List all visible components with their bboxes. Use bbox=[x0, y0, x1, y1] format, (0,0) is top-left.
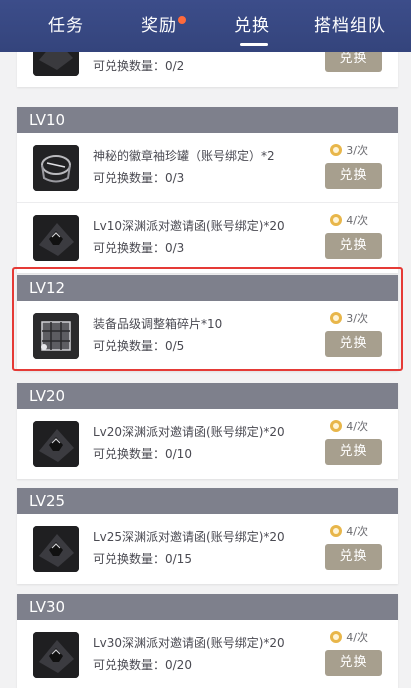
level-header: LV30 bbox=[17, 594, 398, 620]
exchange-limit-value: 4/次 bbox=[346, 214, 368, 227]
box-fragment-icon bbox=[33, 313, 79, 359]
exchange-button[interactable]: 兑换 bbox=[325, 650, 382, 676]
exchange-quantity: 可兑换数量：0/10 bbox=[93, 447, 192, 461]
exchange-limit-value: 3/次 bbox=[346, 144, 368, 157]
jar-icon bbox=[33, 145, 79, 191]
coin-icon bbox=[330, 631, 343, 643]
exchange-limit: 3/次 bbox=[330, 310, 368, 326]
level-card-lv30: LV30 Lv30深渊派对邀请函(账号绑定)*20 可兑换数量：0/20 4/次… bbox=[17, 594, 398, 688]
exchange-list[interactable]: 可兑换数量：0/2 兑换 LV10 神秘的徽章袖珍罐（账号绑定）*2 可兑换数量… bbox=[0, 52, 411, 688]
level-card-lv10: LV10 神秘的徽章袖珍罐（账号绑定）*2 可兑换数量：0/3 3/次 兑换 L… bbox=[17, 107, 398, 273]
exchange-limit: 3/次 bbox=[330, 142, 368, 158]
item-name: 神秘的徽章袖珍罐（账号绑定）*2 bbox=[93, 149, 275, 163]
exchange-item: Lv20深渊派对邀请函(账号绑定)*20 可兑换数量：0/10 4/次 兑换 bbox=[17, 409, 398, 479]
tab-partner-team[interactable]: 搭档组队 bbox=[314, 12, 386, 40]
level-card-lv20: LV20 Lv20深渊派对邀请函(账号绑定)*20 可兑换数量：0/10 4/次… bbox=[17, 383, 398, 479]
tab-rewards[interactable]: 奖励 bbox=[141, 12, 177, 40]
active-tab-indicator bbox=[240, 43, 268, 46]
exchange-limit: 4/次 bbox=[330, 629, 368, 645]
top-tab-bar: 任务 奖励 兑换 搭档组队 bbox=[0, 0, 411, 52]
exchange-item: Lv30深渊派对邀请函(账号绑定)*20 可兑换数量：0/20 4/次 兑换 bbox=[17, 620, 398, 688]
exchange-limit: 4/次 bbox=[330, 523, 368, 539]
coin-icon bbox=[330, 214, 343, 226]
item-name: Lv20深渊派对邀请函(账号绑定)*20 bbox=[93, 425, 285, 439]
exchange-button[interactable]: 兑换 bbox=[325, 331, 382, 357]
tab-exchange[interactable]: 兑换 bbox=[234, 12, 270, 40]
level-header: LV12 bbox=[17, 275, 398, 301]
item-name: 装备品级调整箱碎片*10 bbox=[93, 317, 223, 331]
exchange-quantity: 可兑换数量：0/3 bbox=[93, 171, 185, 185]
exchange-button[interactable]: 兑换 bbox=[325, 233, 382, 259]
exchange-quantity: 可兑换数量：0/20 bbox=[93, 658, 192, 672]
tab-tasks[interactable]: 任务 bbox=[48, 12, 84, 40]
item-name: Lv10深渊派对邀请函(账号绑定)*20 bbox=[93, 219, 285, 233]
exchange-quantity: 可兑换数量：0/15 bbox=[93, 552, 192, 566]
exchange-quantity: 可兑换数量：0/5 bbox=[93, 339, 185, 353]
coin-icon bbox=[330, 312, 343, 324]
item-name: Lv25深渊派对邀请函(账号绑定)*20 bbox=[93, 530, 285, 544]
level-card-partial: 可兑换数量：0/2 兑换 bbox=[17, 52, 398, 87]
level-header: LV25 bbox=[17, 488, 398, 514]
exchange-item: Lv10深渊派对邀请函(账号绑定)*20 可兑换数量：0/3 4/次 兑换 bbox=[17, 203, 398, 273]
invitation-icon bbox=[33, 52, 79, 76]
invitation-icon bbox=[33, 421, 79, 467]
coin-icon bbox=[330, 420, 343, 432]
exchange-item: 可兑换数量：0/2 兑换 bbox=[17, 52, 398, 87]
item-name: Lv30深渊派对邀请函(账号绑定)*20 bbox=[93, 636, 285, 650]
level-card-lv25: LV25 Lv25深渊派对邀请函(账号绑定)*20 可兑换数量：0/15 4/次… bbox=[17, 488, 398, 584]
exchange-limit-value: 4/次 bbox=[346, 525, 368, 538]
exchange-button[interactable]: 兑换 bbox=[325, 544, 382, 570]
exchange-button[interactable]: 兑换 bbox=[325, 439, 382, 465]
rewards-notification-dot bbox=[178, 16, 186, 24]
level-card-lv12: LV12 装备品级调整箱碎片*10 可兑换数量：0/5 3/次 兑换 bbox=[17, 275, 398, 371]
level-header: LV10 bbox=[17, 107, 398, 133]
coin-icon bbox=[330, 525, 343, 537]
exchange-limit-value: 3/次 bbox=[346, 312, 368, 325]
level-header: LV20 bbox=[17, 383, 398, 409]
exchange-limit-value: 4/次 bbox=[346, 420, 368, 433]
exchange-quantity: 可兑换数量：0/2 bbox=[93, 59, 185, 73]
exchange-button[interactable]: 兑换 bbox=[325, 163, 382, 189]
invitation-icon bbox=[33, 632, 79, 678]
exchange-limit-value: 4/次 bbox=[346, 631, 368, 644]
exchange-item: 神秘的徽章袖珍罐（账号绑定）*2 可兑换数量：0/3 3/次 兑换 bbox=[17, 133, 398, 203]
invitation-icon bbox=[33, 215, 79, 261]
exchange-limit: 4/次 bbox=[330, 212, 368, 228]
exchange-item: 装备品级调整箱碎片*10 可兑换数量：0/5 3/次 兑换 bbox=[17, 301, 398, 371]
invitation-icon bbox=[33, 526, 79, 572]
exchange-button[interactable]: 兑换 bbox=[325, 52, 382, 72]
exchange-limit: 4/次 bbox=[330, 418, 368, 434]
exchange-quantity: 可兑换数量：0/3 bbox=[93, 241, 185, 255]
coin-icon bbox=[330, 144, 343, 156]
exchange-item: Lv25深渊派对邀请函(账号绑定)*20 可兑换数量：0/15 4/次 兑换 bbox=[17, 514, 398, 584]
